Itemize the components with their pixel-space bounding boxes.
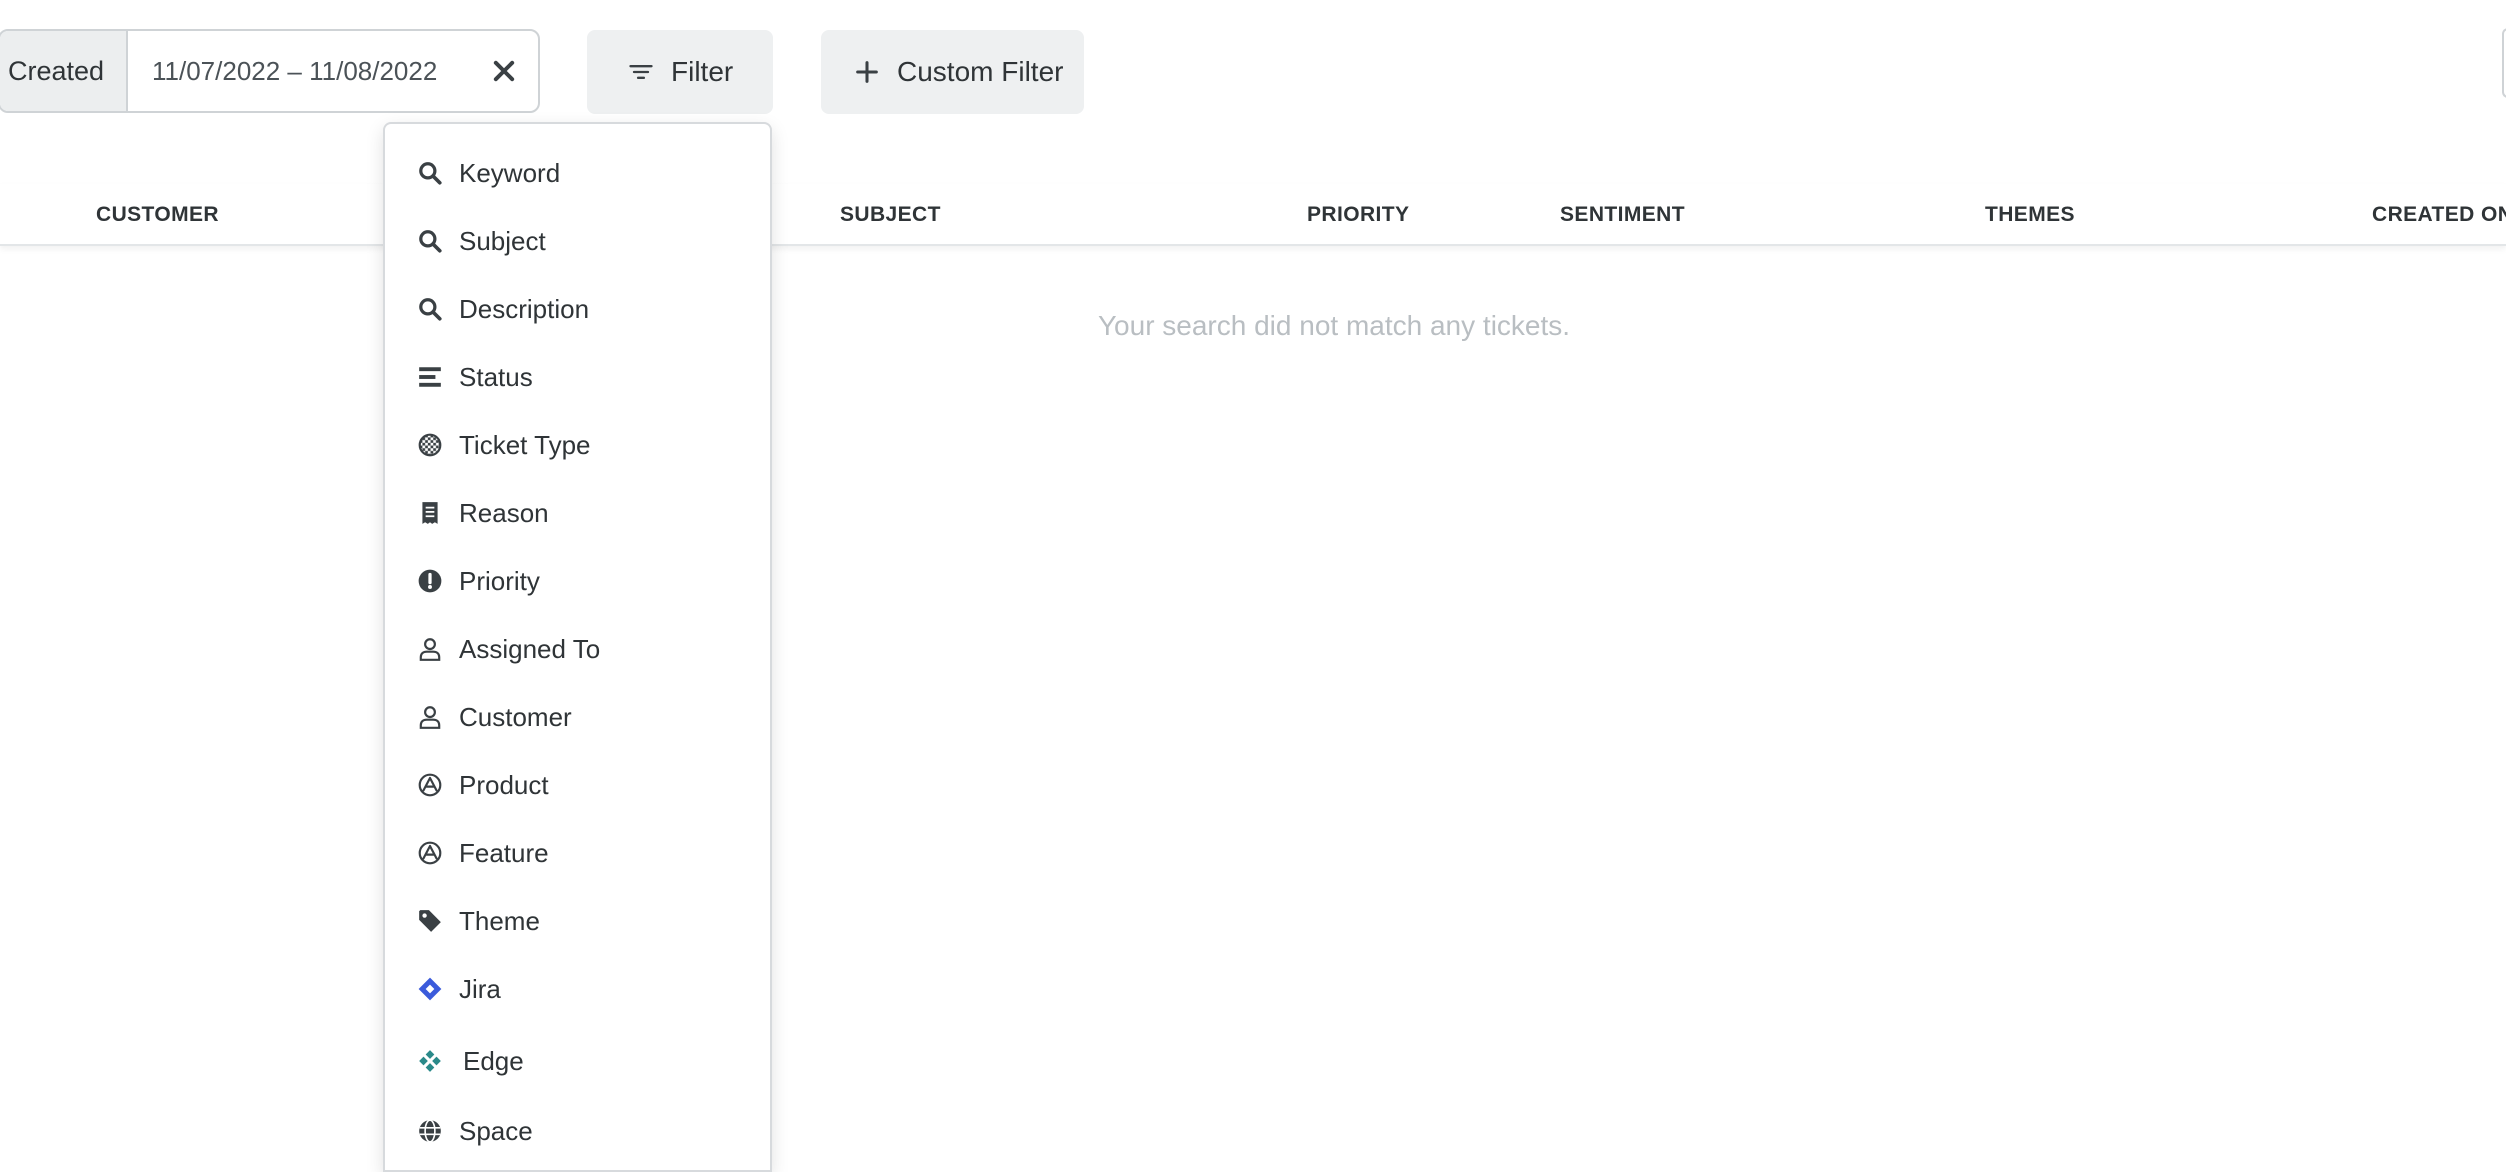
- filter-option-subject[interactable]: Subject: [385, 211, 770, 271]
- column-header-themes[interactable]: THEMES: [1985, 184, 2075, 246]
- plus-icon: [856, 61, 878, 83]
- checkered-circle-icon: [418, 433, 442, 457]
- filter-lines-icon: [629, 65, 653, 80]
- search-icon: [419, 298, 442, 321]
- filter-toolbar: Created 11/07/2022 – 11/08/2022 Filter C…: [0, 0, 2506, 140]
- filter-option-assigned-to[interactable]: Assigned To: [385, 619, 770, 679]
- exclamation-circle-icon: [418, 569, 442, 593]
- created-date-filter[interactable]: Created 11/07/2022 – 11/08/2022: [0, 29, 540, 113]
- filter-option-space[interactable]: Space: [385, 1101, 770, 1161]
- tag-icon: [419, 910, 441, 932]
- filter-option-keyword[interactable]: Keyword: [385, 143, 770, 203]
- filter-option-label: Ticket Type: [459, 429, 591, 460]
- globe-icon: [419, 1119, 441, 1143]
- filter-option-theme[interactable]: Theme: [385, 891, 770, 951]
- filter-button[interactable]: Filter: [587, 30, 773, 114]
- filter-option-label: Edge: [463, 1045, 524, 1076]
- filter-option-product[interactable]: Product: [385, 755, 770, 815]
- search-icon: [419, 162, 442, 185]
- filter-option-customer[interactable]: Customer: [385, 687, 770, 747]
- custom-filter-button[interactable]: Custom Filter: [821, 30, 1084, 114]
- filter-option-jira[interactable]: Jira: [385, 959, 770, 1019]
- filter-option-ticket-type[interactable]: Ticket Type: [385, 415, 770, 475]
- column-header-customer[interactable]: CUSTOMER: [96, 184, 219, 246]
- user-icon: [419, 638, 441, 661]
- filter-option-label: Feature: [459, 837, 549, 868]
- feature-icon: [418, 841, 442, 865]
- filter-option-label: Jira: [459, 973, 501, 1004]
- user-icon: [419, 706, 441, 729]
- product-icon: [418, 773, 442, 797]
- tickets-table-header: CUSTOMER SUBJECT PRIORITY SENTIMENT THEM…: [0, 184, 2506, 246]
- filter-option-reason[interactable]: Reason: [385, 483, 770, 543]
- filter-option-label: Description: [459, 293, 590, 324]
- column-header-priority[interactable]: PRIORITY: [1307, 184, 1409, 246]
- filter-option-label: Space: [459, 1115, 533, 1146]
- date-range-input[interactable]: 11/07/2022 – 11/08/2022: [128, 31, 538, 111]
- column-header-subject[interactable]: SUBJECT: [840, 184, 941, 246]
- jira-icon: [418, 977, 442, 1001]
- filter-option-label: Priority: [459, 565, 540, 596]
- filter-option-label: Subject: [459, 225, 546, 256]
- created-date-label: Created: [0, 31, 128, 111]
- date-range-value: 11/07/2022 – 11/08/2022: [152, 55, 438, 86]
- column-header-created-on[interactable]: CREATED ON: [2372, 184, 2506, 246]
- filter-option-label: Theme: [459, 905, 540, 936]
- column-header-sentiment[interactable]: SENTIMENT: [1560, 184, 1685, 246]
- filter-option-label: Customer: [459, 701, 572, 732]
- filter-option-description[interactable]: Description: [385, 279, 770, 339]
- close-icon[interactable]: [490, 57, 518, 85]
- search-icon: [419, 230, 442, 253]
- filter-option-label: Status: [459, 361, 533, 392]
- receipt-icon: [422, 502, 438, 524]
- filter-option-label: Assigned To: [459, 633, 601, 664]
- edge-icon: [419, 1050, 441, 1072]
- filter-option-label: Reason: [459, 497, 549, 528]
- filter-option-edge[interactable]: Edge: [385, 1031, 770, 1091]
- filter-option-priority[interactable]: Priority: [385, 551, 770, 611]
- filter-option-feature[interactable]: Feature: [385, 823, 770, 883]
- filter-button-label: Filter: [671, 56, 734, 87]
- filter-dropdown-menu: Keyword Subject Description Status Ticke…: [383, 122, 772, 1172]
- filter-option-status[interactable]: Status: [385, 347, 770, 407]
- filter-option-label: Keyword: [459, 157, 561, 188]
- empty-results-message: Your search did not match any tickets.: [1097, 310, 1571, 341]
- filter-option-label: Product: [459, 769, 549, 800]
- bars-icon: [419, 367, 441, 387]
- custom-filter-button-label: Custom Filter: [897, 56, 1064, 87]
- cut-off-control: [2502, 28, 2506, 98]
